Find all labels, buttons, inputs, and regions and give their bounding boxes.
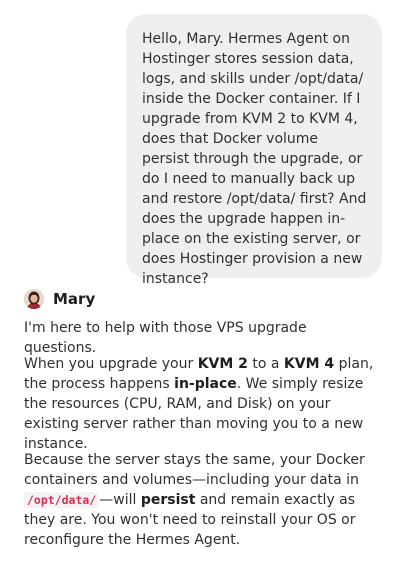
agent-message-paragraph: When you upgrade your KVM 2 to a KVM 4 p… [24,354,376,454]
text-segment: —will [99,492,141,508]
text-segment: When you upgrade your [24,356,198,372]
paragraph-text: I'm here to help with those VPS upgrade … [24,320,307,356]
agent-avatar-icon [24,289,44,309]
bold-text: KVM 2 [197,356,248,372]
agent-message-paragraph: Because the server stays the same, your … [24,450,376,550]
inline-code: /opt/data/ [24,492,100,508]
agent-name: Mary [53,290,96,308]
bold-text: persist [140,492,196,508]
user-message-text: Hello, Mary. Hermes Agent on Hostinger s… [142,31,367,287]
agent-header: Mary [24,288,95,310]
text-segment: Because the server stays the same, your … [24,452,365,488]
user-message-bubble: Hello, Mary. Hermes Agent on Hostinger s… [126,14,382,287]
bold-text: KVM 4 [283,356,335,372]
text-segment: to a [247,356,284,372]
agent-message-paragraph: I'm here to help with those VPS upgrade … [24,318,376,358]
bold-text: in-place [174,376,237,392]
